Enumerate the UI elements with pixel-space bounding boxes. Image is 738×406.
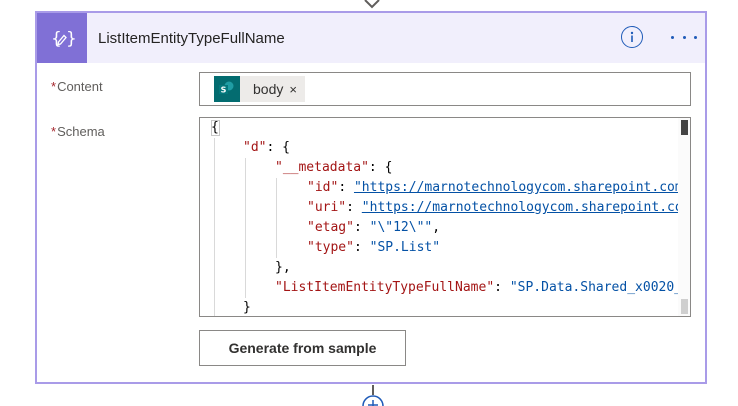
code-line: "type": "SP.List"	[307, 240, 441, 255]
content-input[interactable]: S body ×	[199, 72, 691, 106]
scrollbar-thumb[interactable]	[681, 120, 688, 135]
code-line: "id": "https://marnotechnologycom.sharep…	[307, 180, 678, 195]
code-line: },	[275, 260, 291, 275]
code-line: "etag": "\"12\"",	[307, 220, 441, 235]
svg-text:}: }	[66, 29, 75, 49]
action-card: { } ListItemEntityTypeFullName *Content …	[35, 11, 707, 384]
plus-icon[interactable]	[360, 385, 386, 406]
editor-scrollbar[interactable]	[678, 118, 690, 316]
code-line: {	[211, 120, 219, 135]
sharepoint-icon: S	[214, 76, 240, 102]
code-line: "uri": "https://marnotechnologycom.share…	[307, 200, 678, 215]
data-operation-icon: { }	[37, 13, 87, 63]
card-title: ListItemEntityTypeFullName	[98, 30, 285, 47]
code-line: "__metadata": {	[275, 160, 393, 175]
token-label: body	[253, 81, 284, 97]
more-options-icon[interactable]	[671, 30, 697, 44]
indent-guide	[276, 178, 277, 258]
info-icon[interactable]	[621, 26, 643, 48]
code-line: "ListItemEntityTypeFullName": "SP.Data.S…	[275, 280, 678, 295]
indent-guide	[214, 138, 215, 316]
scrollbar-marker	[681, 299, 688, 314]
schema-editor[interactable]: { "d": { "__metadata": { "id": "https://…	[199, 117, 691, 317]
content-label: *Content	[51, 79, 103, 94]
generate-from-sample-button[interactable]: Generate from sample	[199, 330, 406, 366]
body-token[interactable]: S body ×	[214, 76, 305, 102]
schema-label: *Schema	[51, 124, 105, 139]
token-remove-icon[interactable]: ×	[289, 82, 297, 97]
code-line: }	[243, 300, 251, 315]
card-header[interactable]: { } ListItemEntityTypeFullName	[37, 13, 705, 63]
indent-guide	[245, 158, 246, 298]
code-line: "d": {	[243, 140, 290, 155]
svg-text:S: S	[221, 86, 227, 95]
schema-code[interactable]: { "d": { "__metadata": { "id": "https://…	[211, 118, 678, 316]
